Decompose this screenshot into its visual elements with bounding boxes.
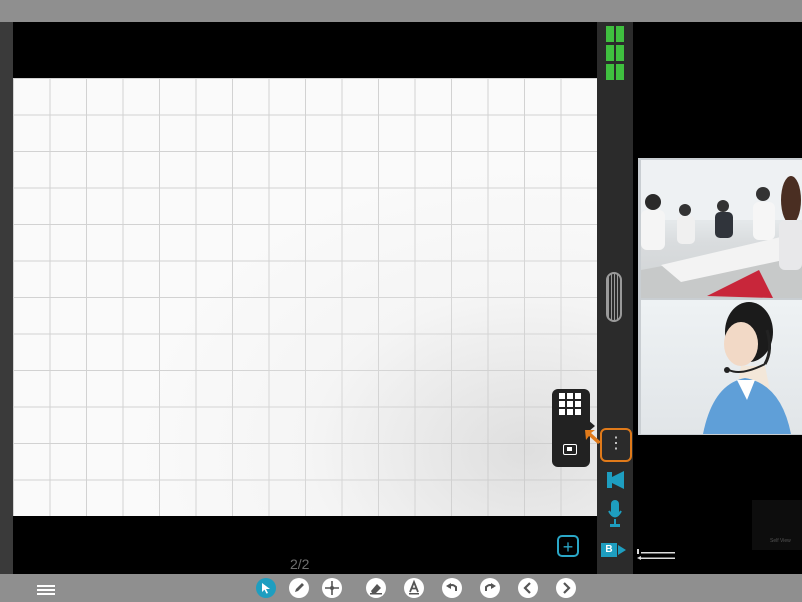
select-tool-icon[interactable] — [256, 578, 276, 598]
video-tile-support-agent[interactable] — [641, 300, 802, 434]
grid-view-icon[interactable] — [559, 393, 581, 415]
add-page-button[interactable]: + — [557, 535, 579, 557]
move-tool-icon[interactable] — [322, 578, 342, 598]
video-tile-meeting-room[interactable] — [641, 160, 802, 298]
pen-tool-icon[interactable] — [289, 578, 309, 598]
whiteboard-top-margin — [13, 22, 597, 78]
left-edge — [0, 22, 13, 574]
next-page-icon[interactable] — [556, 578, 576, 598]
previous-page-icon[interactable] — [518, 578, 538, 598]
hamburger-menu-icon[interactable] — [37, 585, 55, 595]
panel-resize-handle[interactable] — [606, 272, 622, 322]
text-tool-icon[interactable] — [404, 578, 424, 598]
undo-icon[interactable] — [442, 578, 462, 598]
volume-level-icon — [637, 549, 675, 560]
single-view-icon[interactable] — [563, 444, 577, 455]
layout-grid-icon[interactable] — [606, 26, 626, 80]
redo-icon[interactable] — [480, 578, 500, 598]
microphone-icon[interactable] — [608, 500, 622, 528]
page-indicator: 2/2 — [290, 556, 310, 572]
eraser-tool-icon[interactable] — [366, 578, 386, 598]
bottom-toolbar — [0, 574, 802, 602]
speaker-icon[interactable] — [607, 470, 625, 490]
camera-icon[interactable]: B — [601, 543, 617, 557]
whiteboard-canvas[interactable] — [13, 78, 597, 516]
top-bar — [0, 0, 802, 22]
camera-lens-icon — [618, 545, 626, 555]
self-view-label: Self View — [770, 538, 791, 544]
more-options-button[interactable]: ⋮ — [600, 428, 632, 462]
